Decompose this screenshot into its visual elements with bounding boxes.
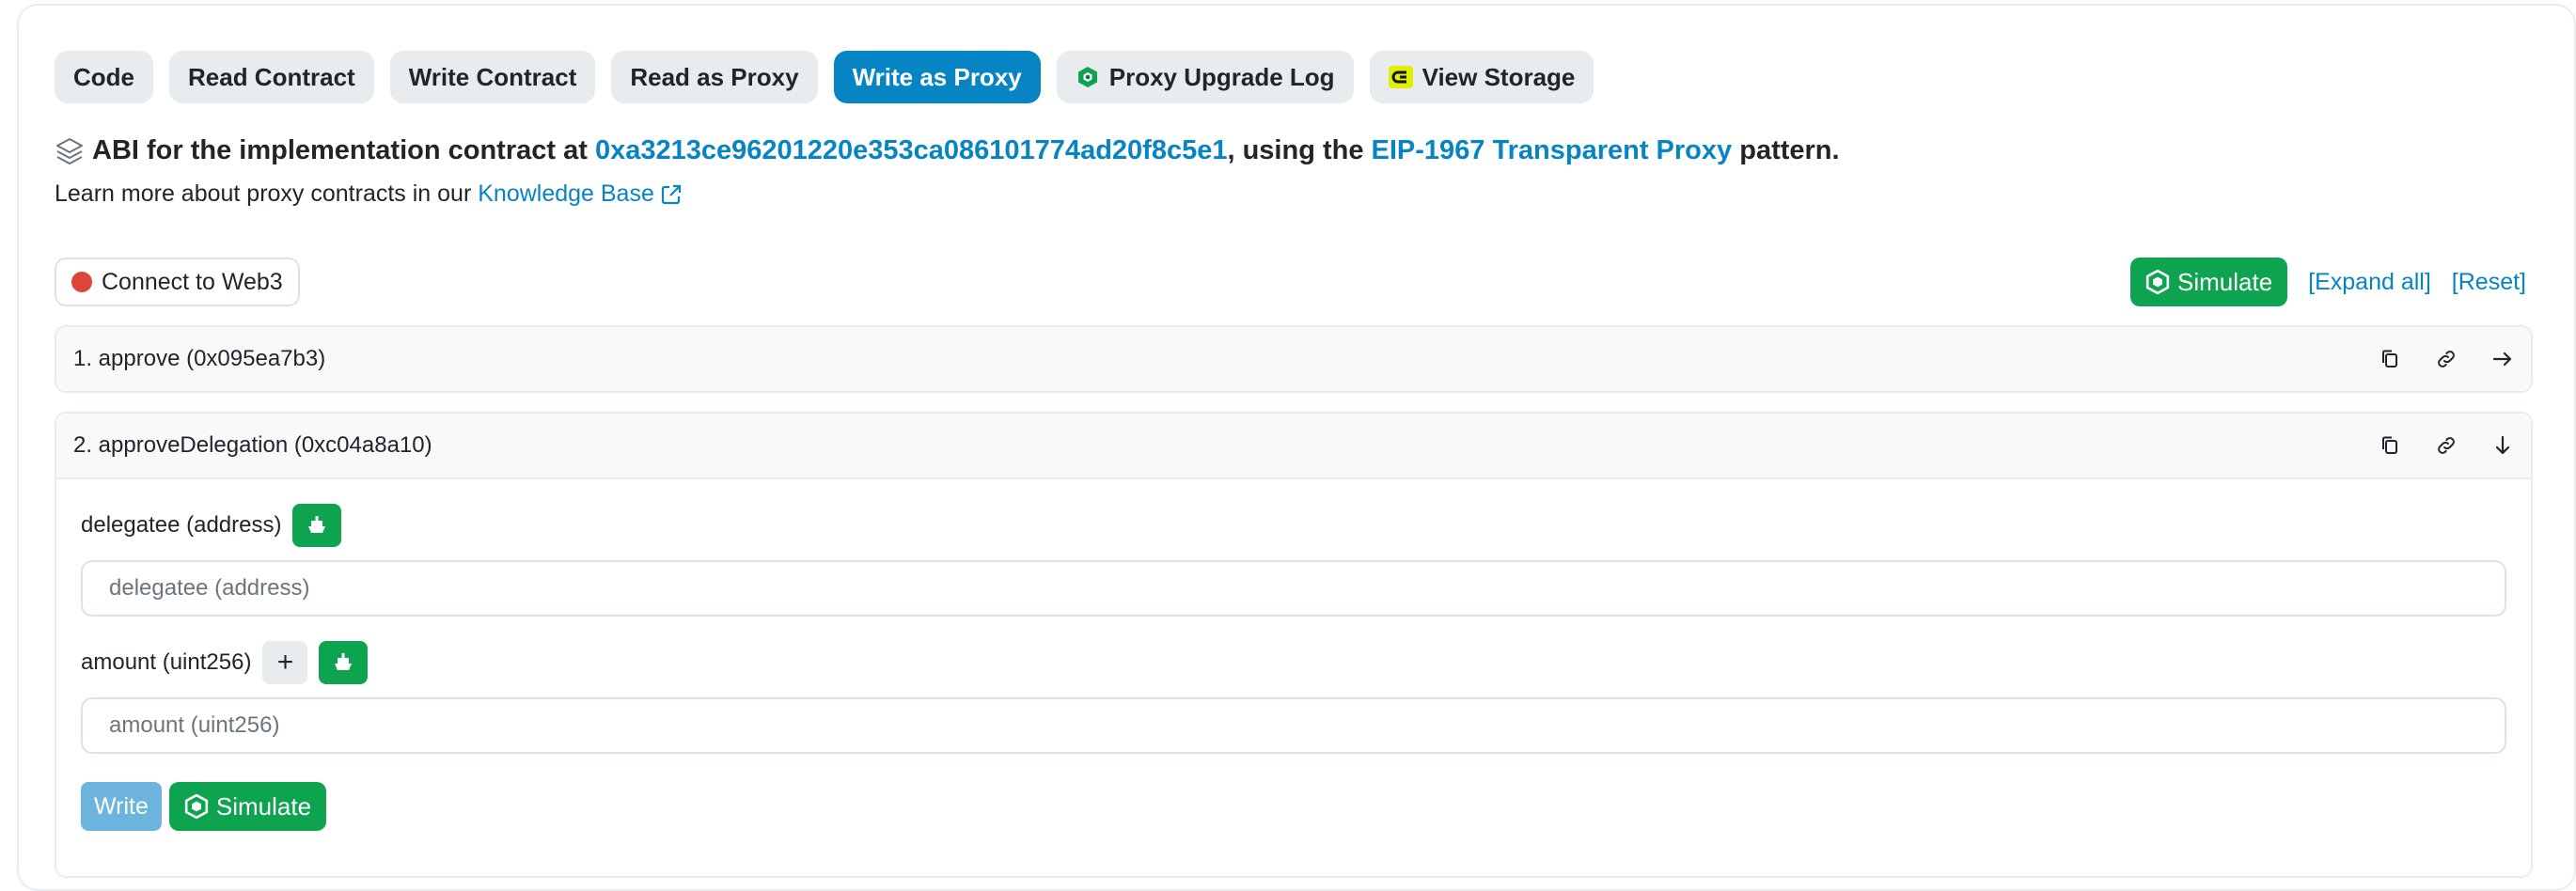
contract-tabs: Code Read Contract Write Contract Read a… [55, 51, 1594, 103]
write-button[interactable]: Write [81, 782, 162, 831]
delegatee-input[interactable] [81, 560, 2506, 617]
tab-view-storage[interactable]: View Storage [1369, 51, 1594, 103]
link-icon[interactable] [2435, 348, 2458, 370]
param-helper-button[interactable] [292, 504, 342, 547]
function-simulate-button[interactable]: Simulate [168, 782, 327, 831]
function-body: delegatee (address) amount (uint256) + W… [56, 477, 2531, 876]
function-actions: Write Simulate [81, 782, 327, 831]
function-header[interactable]: 2. approveDelegation (0xc04a8a10) [56, 414, 2531, 477]
tab-proxy-upgrade-log[interactable]: Proxy Upgrade Log [1056, 51, 1354, 103]
external-link-icon [661, 184, 681, 204]
link-icon[interactable] [2435, 434, 2458, 457]
ship-icon [335, 653, 353, 670]
tenderly-hex-icon [1076, 65, 1100, 89]
implementation-address-link[interactable]: 0xa3213ce96201220e353ca086101774ad20f8c5… [595, 135, 1228, 166]
disconnected-status-dot [71, 272, 92, 292]
copy-icon[interactable] [2379, 348, 2401, 370]
abi-description: ABI for the implementation contract at 0… [55, 135, 1840, 166]
function-header[interactable]: 1. approve (0x095ea7b3) [56, 327, 2531, 391]
function-approve-delegation: 2. approveDelegation (0xc04a8a10) delega… [55, 412, 2533, 878]
global-actions: Simulate [Expand all] [Reset] [2130, 258, 2526, 306]
copy-icon[interactable] [2379, 434, 2401, 457]
arrow-right-icon[interactable] [2491, 348, 2514, 370]
tenderly-hex-icon [2145, 270, 2170, 294]
add-zeros-button[interactable]: + [262, 641, 308, 684]
simulate-button[interactable]: Simulate [2130, 258, 2288, 306]
ship-icon [308, 516, 326, 533]
tab-read-contract[interactable]: Read Contract [169, 51, 374, 103]
eip1967-pattern-link[interactable]: EIP-1967 Transparent Proxy [1372, 135, 1733, 166]
tab-write-contract[interactable]: Write Contract [389, 51, 596, 103]
arrow-down-icon[interactable] [2491, 434, 2514, 457]
expand-all-link[interactable]: [Expand all] [2308, 269, 2431, 296]
function-approve: 1. approve (0x095ea7b3) [55, 325, 2533, 393]
reset-link[interactable]: [Reset] [2452, 269, 2526, 296]
knowledge-base-link[interactable]: Knowledge Base [478, 180, 654, 208]
amount-input[interactable] [81, 697, 2506, 754]
tab-write-as-proxy[interactable]: Write as Proxy [833, 51, 1041, 103]
storage-logo-icon [1388, 65, 1413, 89]
param-helper-button[interactable] [319, 641, 369, 684]
param-delegatee: delegatee (address) [81, 504, 342, 547]
tab-read-as-proxy[interactable]: Read as Proxy [611, 51, 818, 103]
param-amount: amount (uint256) + [81, 641, 369, 684]
layers-icon [56, 137, 83, 164]
learn-more-text: Learn more about proxy contracts in our … [55, 180, 683, 208]
connect-web3-button[interactable]: Connect to Web3 [55, 258, 300, 306]
tenderly-hex-icon [184, 794, 209, 819]
tab-code[interactable]: Code [55, 51, 153, 103]
